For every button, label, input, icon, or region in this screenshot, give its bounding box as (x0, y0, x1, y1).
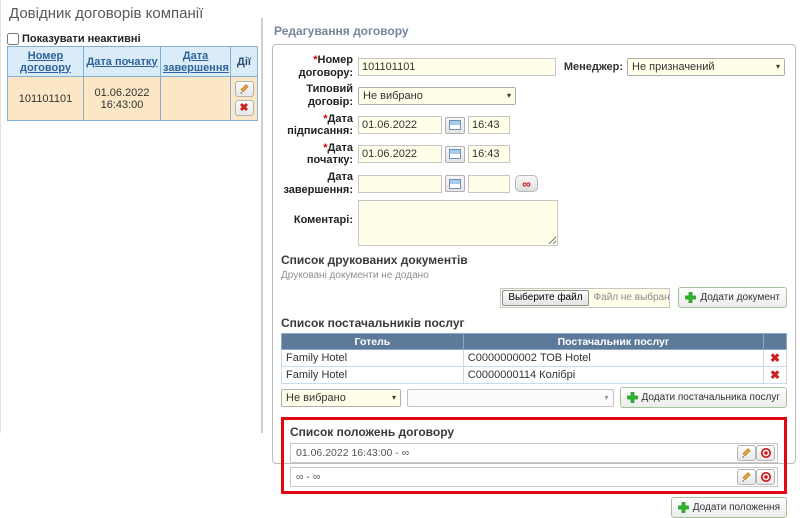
end-date-calendar-button[interactable] (445, 175, 465, 192)
supplier-name-cell: C0000000114 Колібрі (463, 367, 763, 384)
chevron-down-icon: ▾ (605, 393, 609, 402)
provisions-section-title: Список положень договору (290, 425, 778, 439)
power-off-icon (760, 471, 772, 483)
documents-section-title: Список друкованих документів (281, 253, 787, 267)
supplier-column-header: Постачальник послуг (463, 334, 763, 350)
contracts-list-panel: Довідник договорів компанії Показувати н… (0, 0, 258, 433)
sign-time-input[interactable] (468, 116, 510, 134)
panel-splitter[interactable] (261, 18, 263, 433)
set-infinity-button[interactable]: ∞ (515, 175, 538, 192)
start-date-label: Дата початку: (281, 142, 353, 167)
sort-start-date-link[interactable]: Дата початку (86, 56, 157, 68)
contract-start-cell[interactable]: 01.06.2022 16:43:00 (84, 77, 161, 121)
hotel-select[interactable]: Не вибрано ▾ (281, 389, 401, 407)
delete-contract-button[interactable]: ✖ (235, 100, 254, 116)
supplier-row: Family Hotel C0000000002 ТОВ Hotel ✖ (282, 350, 787, 367)
provisions-highlighted-section: Список положень договору 01.06.2022 16:4… (281, 417, 787, 494)
contracts-table: Номер договору Дата початку Дата заверше… (7, 46, 258, 121)
provision-period-text: ∞ - ∞ (296, 471, 320, 483)
choose-file-button[interactable]: Выберите файл (502, 290, 588, 306)
chevron-down-icon: ▾ (776, 62, 780, 71)
contract-row[interactable]: 101101101 01.06.2022 16:43:00 ✖ (8, 77, 258, 121)
suppliers-section-title: Список постачальників послуг (281, 316, 787, 330)
documents-empty-text: Друковані документи не додано (281, 270, 787, 281)
editor-title: Редагування договору (274, 24, 796, 38)
add-document-button[interactable]: Додати документ (678, 287, 787, 308)
comments-textarea[interactable] (358, 200, 558, 246)
comments-label: Коментарі: (281, 214, 353, 227)
suppliers-table: Готель Постачальник послуг Family Hotel … (281, 333, 787, 384)
calendar-icon (449, 179, 461, 189)
add-provision-button[interactable]: Додати положення (671, 497, 787, 518)
file-not-chosen-text: Файл не выбран (590, 292, 670, 303)
template-select[interactable]: Не вибрано ▾ (358, 87, 516, 105)
edit-provision-button[interactable] (737, 469, 756, 485)
file-input[interactable]: Выберите файл Файл не выбран (500, 288, 670, 308)
edit-provision-button[interactable] (737, 445, 756, 461)
start-time-input[interactable] (468, 145, 510, 163)
contracts-table-header: Номер договору Дата початку Дата заверше… (8, 47, 258, 77)
delete-icon: ✖ (239, 103, 248, 114)
provision-period-text: 01.06.2022 16:43:00 - ∞ (296, 447, 409, 459)
end-date-input[interactable] (358, 175, 442, 193)
template-select-value: Не вибрано (363, 90, 423, 102)
end-time-input[interactable] (468, 175, 510, 193)
pencil-icon (741, 448, 752, 459)
editor-form-box: Номер договору: Менеджер: Не призначений… (272, 44, 796, 464)
chevron-down-icon: ▾ (507, 91, 511, 100)
supplier-row: Family Hotel C0000000114 Колібрі ✖ (282, 367, 787, 384)
start-date-input[interactable] (358, 145, 442, 163)
manager-label: Менеджер: (564, 61, 623, 73)
contract-number-input[interactable] (358, 58, 556, 76)
contract-number-cell[interactable]: 101101101 (8, 77, 84, 121)
supplier-name-cell: C0000000002 ТОВ Hotel (463, 350, 763, 367)
start-date-calendar-button[interactable] (445, 146, 465, 163)
page-title: Довідник договорів компанії (9, 5, 256, 22)
calendar-icon (449, 120, 461, 130)
sort-number-link[interactable]: Номер договору (20, 50, 71, 74)
show-inactive-label: Показувати неактивні (22, 33, 141, 45)
calendar-icon (449, 149, 461, 159)
provision-row: 01.06.2022 16:43:00 - ∞ (290, 443, 778, 463)
sign-date-label: Дата підписання: (281, 113, 353, 138)
add-provision-label: Додати положення (693, 502, 780, 513)
plus-icon (685, 292, 696, 303)
supplier-hotel-cell: Family Hotel (282, 350, 464, 367)
add-supplier-label: Додати постачальника послуг (642, 392, 780, 403)
deactivate-provision-button[interactable] (756, 469, 775, 485)
deactivate-provision-button[interactable] (756, 445, 775, 461)
template-label: Типовий договір: (281, 83, 353, 108)
hotel-select-value: Не вибрано (286, 392, 346, 404)
end-date-label: Дата завершення: (281, 171, 353, 196)
add-supplier-button[interactable]: Додати постачальника послуг (620, 387, 787, 408)
sort-end-date-link[interactable]: Дата завершення (163, 50, 229, 74)
plus-icon (627, 392, 638, 403)
show-inactive-row: Показувати неактивні (7, 33, 256, 45)
remove-supplier-button[interactable]: ✖ (770, 351, 780, 365)
sign-date-input[interactable] (358, 116, 442, 134)
plus-icon (678, 502, 689, 513)
infinity-icon: ∞ (522, 178, 531, 190)
contract-editor-panel: Редагування договору Номер договору: Мен… (272, 24, 796, 464)
manager-select[interactable]: Не призначений ▾ (627, 58, 785, 76)
number-label: Номер договору: (281, 54, 353, 79)
sign-date-calendar-button[interactable] (445, 117, 465, 134)
actions-header: Дії (237, 56, 251, 68)
supplier-select[interactable]: ▾ (407, 389, 614, 407)
pencil-icon (239, 84, 250, 95)
edit-contract-button[interactable] (235, 81, 254, 97)
pencil-icon (741, 472, 752, 483)
remove-supplier-button[interactable]: ✖ (770, 368, 780, 382)
show-inactive-checkbox[interactable] (7, 33, 19, 45)
power-off-icon (760, 447, 772, 459)
supplier-hotel-cell: Family Hotel (282, 367, 464, 384)
add-document-label: Додати документ (700, 292, 780, 303)
chevron-down-icon: ▾ (392, 393, 396, 402)
manager-select-value: Не призначений (632, 61, 715, 73)
hotel-column-header: Готель (282, 334, 464, 350)
contract-end-cell[interactable] (161, 77, 231, 121)
suppliers-table-header: Готель Постачальник послуг (282, 334, 787, 350)
provision-row: ∞ - ∞ (290, 467, 778, 487)
